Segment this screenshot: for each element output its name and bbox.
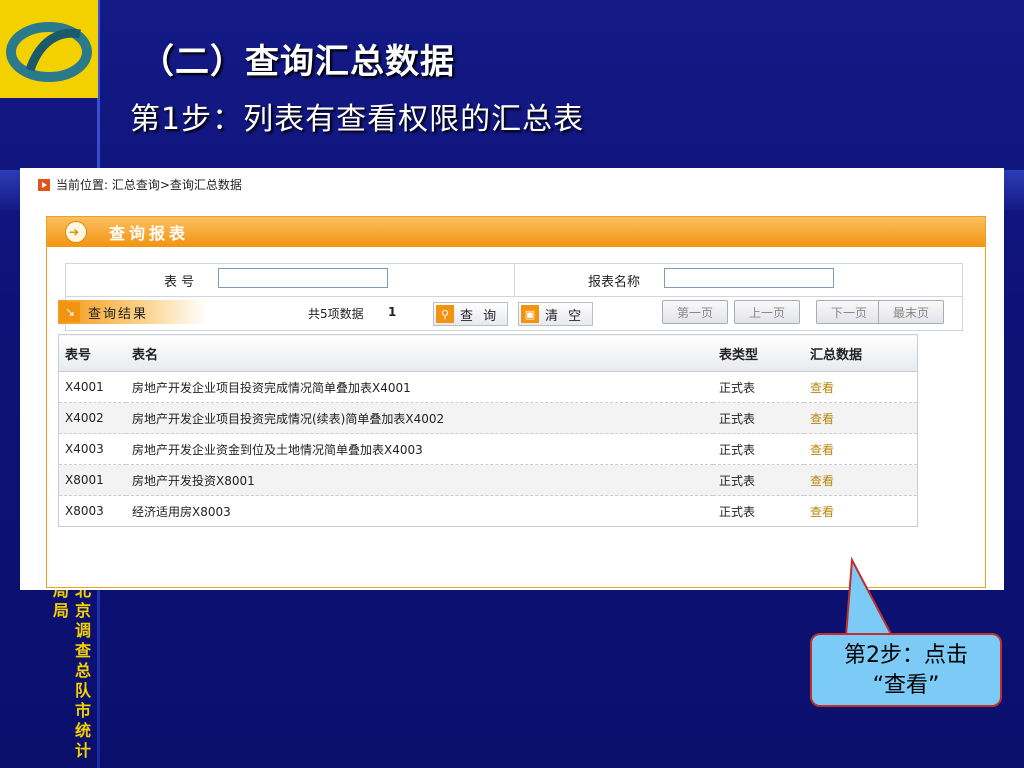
view-link[interactable]: 查看 (810, 443, 834, 457)
results-header: ↘ 查询结果 共5项数据 1 第一页 上一页 下一页 最末页 (58, 300, 958, 326)
results-table: 表号 表名 表类型 汇总数据 X4001 房地产开发企业项目投资完成情况简单叠加… (58, 334, 918, 527)
current-page: 1 (388, 305, 397, 319)
cell-divider (514, 264, 515, 296)
table-row: X4002 房地产开发企业项目投资完成情况(续表)简单叠加表X4002 正式表 … (58, 402, 918, 434)
table-type-cell: 正式表 (713, 495, 804, 527)
table-row: X4001 房地产开发企业项目投资完成情况简单叠加表X4001 正式表 查看 (58, 371, 918, 403)
callout-line-1: 第2步：点击 (844, 643, 968, 668)
slide-title: （二）查询汇总数据 (140, 42, 455, 82)
search-row: 表 号 报表名称 (66, 264, 962, 297)
table-name-cell: 房地产开发企业资金到位及土地情况简单叠加表X4003 (126, 433, 713, 465)
table-name-label: 报表名称 (588, 275, 641, 290)
breadcrumb-text: 当前位置: 汇总查询>查询汇总数据 (56, 178, 242, 192)
table-no-cell: X8003 (58, 495, 126, 527)
panel-title: 查询报表 (109, 224, 190, 243)
table-no-cell: X4003 (58, 433, 126, 465)
logo (0, 0, 98, 98)
table-name-cell: 经济适用房X8003 (126, 495, 713, 527)
table-type-cell: 正式表 (713, 464, 804, 496)
next-page-button[interactable]: 下一页 (816, 300, 882, 324)
table-type-cell: 正式表 (713, 371, 804, 403)
table-type-cell: 正式表 (713, 433, 804, 465)
table-no-input[interactable] (218, 268, 388, 288)
callout-line-2: “查看” (872, 673, 940, 698)
organization-label: 北京调查总队市统计局局 (50, 582, 91, 762)
step2-callout: 第2步：点击 “查看” (810, 633, 1002, 707)
logo-icon (6, 22, 92, 82)
view-link[interactable]: 查看 (810, 505, 834, 519)
table-row: X8003 经济适用房X8003 正式表 查看 (58, 495, 918, 527)
breadcrumb-arrow-icon (38, 178, 50, 191)
results-tab: ↘ 查询结果 (58, 300, 206, 324)
table-no-cell: X4001 (58, 371, 126, 403)
table-name-input[interactable] (664, 268, 834, 288)
panel-header: ➔ 查询报表 (47, 217, 985, 247)
table-no-cell: X4002 (58, 402, 126, 434)
column-header: 表号 (58, 334, 126, 372)
view-link[interactable]: 查看 (810, 381, 834, 395)
view-link[interactable]: 查看 (810, 412, 834, 426)
table-type-cell: 正式表 (713, 402, 804, 434)
table-name-cell: 房地产开发企业项目投资完成情况(续表)简单叠加表X4002 (126, 402, 713, 434)
first-page-button[interactable]: 第一页 (662, 300, 728, 324)
table-row: X4003 房地产开发企业资金到位及土地情况简单叠加表X4003 正式表 查看 (58, 433, 918, 465)
table-name-cell: 房地产开发投资X8001 (126, 464, 713, 496)
app-screenshot: 当前位置: 汇总查询>查询汇总数据 ➔ 查询报表 表 号 报表名称 ⚲ 查 询 … (20, 168, 1004, 590)
table-name-cell: 房地产开发企业项目投资完成情况简单叠加表X4001 (126, 371, 713, 403)
last-page-button[interactable]: 最末页 (878, 300, 944, 324)
prev-page-button[interactable]: 上一页 (734, 300, 800, 324)
result-arrow-icon: ↘ (60, 302, 80, 322)
column-header: 表名 (126, 334, 713, 372)
table-no-cell: X8001 (58, 464, 126, 496)
view-link[interactable]: 查看 (810, 474, 834, 488)
results-tab-label: 查询结果 (88, 306, 149, 322)
table-no-label: 表 号 (164, 275, 195, 290)
slide-subtitle: 第1步：列表有查看权限的汇总表 (130, 102, 585, 137)
table-header-row: 表号 表名 表类型 汇总数据 (58, 334, 918, 372)
panel-arrow-icon: ➔ (65, 221, 87, 243)
table-row: X8001 房地产开发投资X8001 正式表 查看 (58, 464, 918, 496)
column-header: 表类型 (713, 334, 804, 372)
result-count: 共5项数据 (308, 307, 364, 321)
column-header: 汇总数据 (804, 334, 918, 372)
breadcrumb: 当前位置: 汇总查询>查询汇总数据 (38, 176, 242, 193)
